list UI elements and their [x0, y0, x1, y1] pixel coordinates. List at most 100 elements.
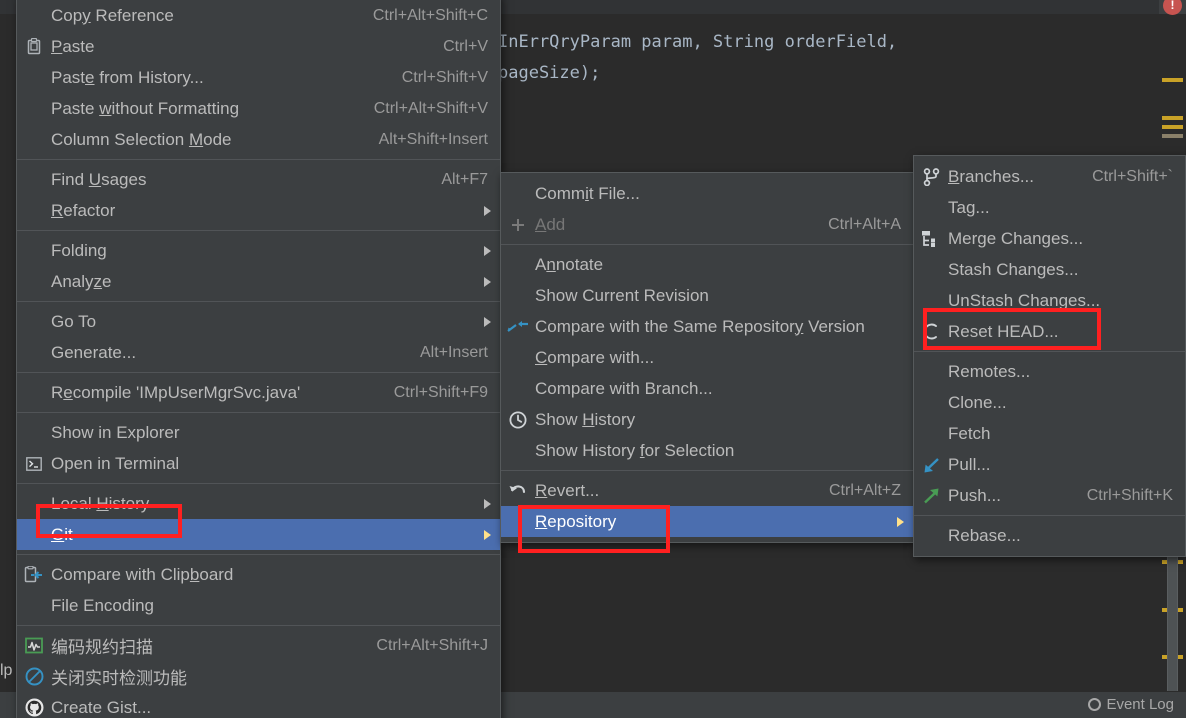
editor-scrollbar-thumb[interactable]	[1167, 545, 1178, 695]
menu-item-repository[interactable]: Repository	[501, 506, 913, 537]
pull-arrow-icon	[922, 456, 941, 474]
menu-item-compare-with-the-same-repository-version[interactable]: Compare with the Same Repository Version	[501, 311, 913, 342]
menu-item-pull[interactable]: Pull...	[914, 449, 1185, 480]
menu-item-shortcut: Ctrl+Shift+F9	[393, 383, 488, 401]
terminal-icon	[26, 456, 42, 471]
menu-item-show-history-for-selection[interactable]: Show History for Selection	[501, 435, 913, 466]
menu-item-reset-head[interactable]: Reset HEAD...	[914, 316, 1185, 347]
menu-item-generate[interactable]: Generate... Alt+Insert	[17, 337, 500, 368]
menu-item-label: Show History	[535, 409, 636, 429]
menu-item-label: Pull...	[948, 454, 991, 474]
menu-item-go-to[interactable]: Go To	[17, 306, 500, 337]
menu-item-label: Generate...	[51, 342, 137, 362]
menu-item-label: Add	[535, 214, 566, 234]
menu-item-annotate[interactable]: Annotate	[501, 249, 913, 280]
menu-item-unstash-changes[interactable]: UnStash Changes...	[914, 285, 1185, 316]
menu-item-label: Git	[51, 524, 73, 544]
menu-item-label: Folding	[51, 240, 107, 260]
menu-item-paste-from-history[interactable]: Paste from History... Ctrl+Shift+V	[17, 62, 500, 93]
menu-item-folding[interactable]: Folding	[17, 235, 500, 266]
menu-item-rebase[interactable]: Rebase...	[914, 520, 1185, 551]
gutter-marker[interactable]	[1162, 78, 1183, 82]
menu-item-git[interactable]: Git	[17, 519, 500, 550]
event-log-button[interactable]: Event Log	[1088, 696, 1174, 713]
menu-separator	[914, 515, 1185, 516]
menu-item-open-in-terminal[interactable]: Open in Terminal	[17, 448, 500, 479]
menu-item-show-current-revision[interactable]: Show Current Revision	[501, 280, 913, 311]
menu-item-label: Merge Changes...	[948, 228, 1084, 248]
help-menu-ghost-text: lp	[0, 662, 13, 679]
menu-item-local-history[interactable]: Local History	[17, 488, 500, 519]
menu-item-add[interactable]: Add Ctrl+Alt+A	[501, 209, 913, 240]
menu-item-clone[interactable]: Clone...	[914, 387, 1185, 418]
menu-item-refactor[interactable]: Refactor	[17, 195, 500, 226]
menu-item-label: Reset HEAD...	[948, 321, 1059, 341]
menu-separator	[914, 351, 1185, 352]
submenu-arrow-icon	[484, 498, 491, 509]
menu-item-recompile-impusermgrsvc-java[interactable]: Recompile 'IMpUserMgrSvc.java' Ctrl+Shift…	[17, 377, 500, 408]
menu-item-tag[interactable]: Tag...	[914, 192, 1185, 223]
menu-item-shortcut: Ctrl+Alt+Shift+C	[372, 6, 488, 24]
menu-item-revert[interactable]: Revert... Ctrl+Alt+Z	[501, 475, 913, 506]
menu-item-compare-with-branch[interactable]: Compare with Branch...	[501, 373, 913, 404]
menu-item-paste[interactable]: Paste Ctrl+V	[17, 31, 500, 62]
reset-icon	[922, 322, 941, 341]
code-line-1: InErrQryParam param, String orderField,	[498, 32, 898, 52]
menu-item-label: Repository	[535, 511, 617, 531]
menu-item-icon-slot	[17, 637, 51, 654]
menu-item-[interactable]: 编码规约扫描 Ctrl+Alt+Shift+J	[17, 630, 500, 661]
menu-item-shortcut: Ctrl+Alt+A	[828, 215, 901, 233]
menu-item-find-usages[interactable]: Find Usages Alt+F7	[17, 164, 500, 195]
menu-item-branches[interactable]: Branches... Ctrl+Shift+`	[914, 161, 1185, 192]
menu-item-shortcut: Ctrl+V	[443, 37, 488, 55]
submenu-arrow-icon	[484, 205, 491, 216]
menu-item-compare-with-clipboard[interactable]: Compare with Clipboard	[17, 559, 500, 590]
menu-item-shortcut: Ctrl+Alt+Shift+J	[376, 636, 488, 654]
menu-item-commit-file[interactable]: Commit File...	[501, 178, 913, 209]
menu-item-icon-slot	[914, 456, 948, 474]
menu-item-[interactable]: 关闭实时检测功能	[17, 661, 500, 692]
push-arrow-icon	[922, 487, 941, 505]
menu-item-file-encoding[interactable]: File Encoding	[17, 590, 500, 621]
menu-item-compare-with[interactable]: Compare with...	[501, 342, 913, 373]
repository-submenu[interactable]: Branches... Ctrl+Shift+` Tag... Merge Chang…	[913, 155, 1186, 557]
menu-item-label: Paste from History...	[51, 67, 204, 87]
menu-item-create-gist[interactable]: Create Gist...	[17, 692, 500, 718]
menu-item-show-in-explorer[interactable]: Show in Explorer	[17, 417, 500, 448]
menu-item-fetch[interactable]: Fetch	[914, 418, 1185, 449]
gutter-marker[interactable]	[1162, 116, 1183, 120]
gutter-marker[interactable]	[1162, 125, 1183, 129]
menu-separator	[17, 301, 500, 302]
menu-item-icon-slot	[914, 322, 948, 341]
menu-item-shortcut: Ctrl+Shift+V	[401, 68, 488, 86]
menu-item-push[interactable]: Push... Ctrl+Shift+K	[914, 480, 1185, 511]
menu-item-label: Remotes...	[948, 361, 1031, 381]
menu-item-merge-changes[interactable]: Merge Changes...	[914, 223, 1185, 254]
menu-item-analyze[interactable]: Analyze	[17, 266, 500, 297]
menu-item-remotes[interactable]: Remotes...	[914, 356, 1185, 387]
menu-item-icon-slot	[501, 482, 535, 500]
menu-item-icon-slot	[914, 230, 948, 248]
menu-item-label: Find Usages	[51, 169, 147, 189]
gutter-marker[interactable]	[1162, 134, 1183, 138]
menu-item-shortcut: Alt+Shift+Insert	[378, 130, 488, 148]
menu-item-icon-slot	[914, 167, 948, 186]
menu-item-icon-slot	[17, 565, 51, 584]
menu-item-column-selection-mode[interactable]: Column Selection Mode Alt+Shift+Insert	[17, 124, 500, 155]
git-submenu[interactable]: Commit File... Add Ctrl+Alt+A Annotate Show …	[500, 172, 914, 543]
menu-item-label: Show in Explorer	[51, 422, 180, 442]
disable-icon	[25, 667, 44, 686]
menu-separator	[17, 625, 500, 626]
menu-item-label: Show History for Selection	[535, 440, 735, 460]
menu-item-label: Compare with...	[535, 347, 655, 367]
menu-item-paste-without-formatting[interactable]: Paste without Formatting Ctrl+Alt+Shift+V	[17, 93, 500, 124]
merge-icon	[921, 230, 941, 248]
editor-context-menu[interactable]: Copy Reference Ctrl+Alt+Shift+C Paste Ctrl+…	[16, 0, 501, 718]
menu-item-show-history[interactable]: Show History	[501, 404, 913, 435]
menu-item-copy-reference[interactable]: Copy Reference Ctrl+Alt+Shift+C	[17, 0, 500, 31]
github-icon	[25, 698, 44, 717]
menu-item-icon-slot	[17, 698, 51, 717]
error-count-badge[interactable]: !	[1163, 0, 1182, 15]
menu-item-stash-changes[interactable]: Stash Changes...	[914, 254, 1185, 285]
menu-item-label: Open in Terminal	[51, 453, 180, 473]
